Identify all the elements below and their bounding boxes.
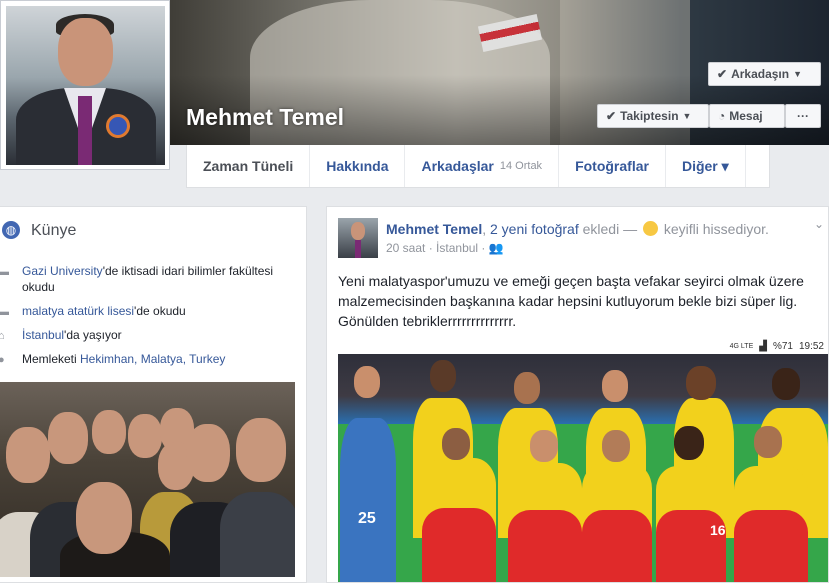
- clock: 19:52: [798, 340, 824, 352]
- stadium-stands: [338, 354, 828, 424]
- message-button-label: Mesaj: [729, 109, 763, 123]
- tab-about[interactable]: Hakkında: [310, 145, 406, 187]
- more-icon: ···: [797, 109, 809, 123]
- more-options-button[interactable]: ···: [785, 104, 821, 128]
- friends-button[interactable]: ✔ Arkadaşın ▼: [708, 62, 821, 86]
- network-indicator: 4G LTE: [729, 342, 754, 350]
- profile-name[interactable]: Mehmet Temel: [186, 104, 344, 131]
- jersey-number-25: 25: [358, 510, 376, 527]
- education-link-1[interactable]: Gazi University: [22, 264, 103, 278]
- check-icon: ✔: [606, 109, 617, 123]
- post-author-link[interactable]: Mehmet Temel: [386, 221, 482, 237]
- post-timestamp[interactable]: 20 saat: [386, 241, 425, 255]
- school-icon: ▬: [0, 266, 9, 278]
- message-button[interactable]: ◔ Mesaj: [709, 104, 785, 128]
- location-icon: ●: [0, 354, 5, 366]
- profile-photo: [6, 6, 165, 165]
- hometown-link[interactable]: Hekimhan, Malatya, Turkey: [80, 352, 225, 366]
- tab-friends[interactable]: Arkadaşlar 14 Ortak: [405, 145, 560, 187]
- tab-photos[interactable]: Fotoğraflar: [559, 145, 666, 187]
- battery-level: %71: [772, 340, 793, 352]
- post-photos-link[interactable]: 2 yeni fotoğraf: [490, 221, 579, 237]
- post-photo[interactable]: 4G LTE ▟ %71 19:52 25 16: [338, 338, 828, 582]
- following-button[interactable]: ✔ Takiptesin ▼: [597, 104, 709, 128]
- post-location[interactable]: İstanbul: [436, 241, 478, 255]
- featured-photo[interactable]: [0, 382, 295, 577]
- education-link-2[interactable]: malatya atatürk lisesi: [22, 304, 134, 318]
- globe-icon: ◍: [2, 221, 20, 239]
- intro-lives-in: ⌂ İstanbul'da yaşıyor: [0, 328, 122, 342]
- city-link[interactable]: İstanbul: [22, 328, 64, 342]
- post-header: Mehmet Temel, 2 yeni fotoğraf ekledi — k…: [386, 221, 769, 237]
- post-author-avatar[interactable]: [338, 218, 378, 258]
- tab-timeline[interactable]: Zaman Tüneli: [187, 145, 311, 187]
- post-card: Mehmet Temel, 2 yeni fotoğraf ekledi — k…: [326, 206, 829, 583]
- post-text: Yeni malatyaspor'umuzu ve emeği geçen ba…: [338, 273, 804, 329]
- friends-icon[interactable]: 👥: [489, 241, 504, 255]
- profile-nav: Zaman Tüneli Hakkında Arkadaşlar 14 Ortak…: [186, 145, 770, 188]
- check-icon: ✔: [717, 67, 728, 81]
- mutual-friends-count: 14 Ortak: [499, 160, 543, 172]
- caret-down-icon: ▼: [793, 69, 803, 79]
- intro-education-1: ▬ Gazi University'de iktisadi idari bili…: [0, 264, 274, 294]
- post-meta: 20 saat · İstanbul · 👥: [386, 241, 504, 255]
- home-icon: ⌂: [0, 330, 5, 342]
- intro-title: Künye: [31, 222, 77, 239]
- messenger-icon: ◔: [718, 109, 726, 123]
- jersey-number-16: 16: [710, 522, 726, 538]
- following-button-label: Takiptesin: [620, 109, 679, 123]
- signal-icon: ▟: [759, 340, 767, 352]
- friends-button-label: Arkadaşın: [731, 67, 790, 81]
- intro-education-2: ▬ malatya atatürk lisesi'de okudu: [0, 304, 186, 318]
- post-options-icon[interactable]: ⌄: [814, 217, 824, 231]
- caret-down-icon: ▼: [682, 111, 692, 121]
- profile-picture[interactable]: [0, 0, 170, 170]
- phone-status-bar: 4G LTE ▟ %71 19:52: [338, 338, 828, 354]
- intro-hometown: ● Memleketi Hekimhan, Malatya, Turkey: [0, 352, 226, 366]
- smile-emoji-icon: [642, 221, 658, 236]
- school-icon: ▬: [0, 306, 9, 318]
- tab-more[interactable]: Diğer ▾: [666, 145, 746, 187]
